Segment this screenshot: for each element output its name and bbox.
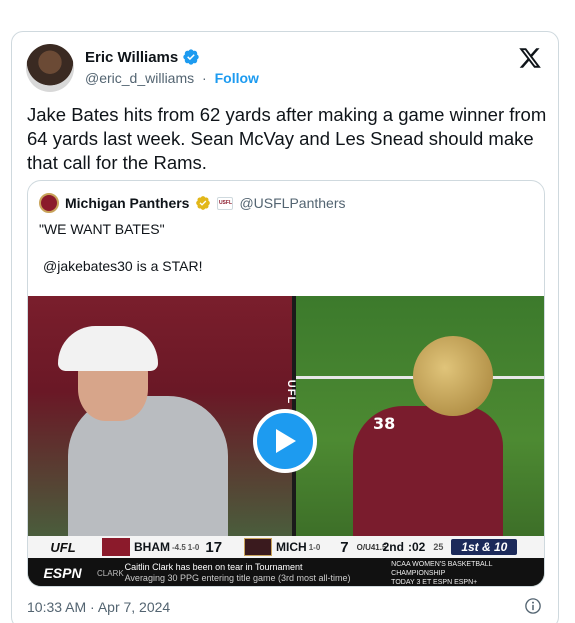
play-clock: 25 <box>433 542 444 552</box>
quoted-author-row: Michigan Panthers USFL @USFLPanthers <box>39 193 346 213</box>
quoted-tweet[interactable]: Michigan Panthers USFL @USFLPanthers "WE… <box>27 180 545 587</box>
ou-label: O/U <box>356 542 371 552</box>
ticker-tag: CLARK <box>97 568 124 578</box>
author-name[interactable]: Eric Williams <box>85 49 178 66</box>
ticker-headline: Caitlin Clark has been on tear in Tourna… <box>124 562 303 572</box>
quarter: 2nd <box>382 540 404 554</box>
author-handle-line: @eric_d_williams · Follow <box>85 70 259 86</box>
team2-name: MICH <box>276 540 307 554</box>
team1-record: 1-0 <box>187 542 200 552</box>
ticker-subline: Averaging 30 PPG entering title game (3r… <box>124 573 351 583</box>
team1-spread: -4.5 <box>172 542 186 552</box>
quoted-author-name[interactable]: Michigan Panthers <box>65 195 189 211</box>
network-logo: ESPN <box>43 565 82 581</box>
play-icon <box>276 429 296 453</box>
author-handle[interactable]: @eric_d_williams <box>85 70 194 86</box>
tweet-embed-card: Eric Williams @eric_d_williams · Follow … <box>11 31 559 623</box>
affiliate-badge: USFL <box>217 196 234 210</box>
kicker-helmet <box>413 336 493 416</box>
gold-verified-icon <box>196 196 211 210</box>
divider-logo-text: UFL <box>285 379 298 405</box>
video-left-pane <box>28 296 292 536</box>
score-bug: UFL BHAM -4.5 1-0 17 MICH 1-0 7 O/U 41.5 <box>28 536 544 558</box>
follow-button[interactable]: Follow <box>215 70 259 86</box>
jersey-number: 38 <box>373 414 396 433</box>
team2-record: 1-0 <box>308 542 321 552</box>
tweet-text: Jake Bates hits from 62 yards after maki… <box>27 104 547 173</box>
team1-logo <box>102 538 130 556</box>
video-player[interactable]: 38 UFL UFL BHAM -4.5 1-0 17 MICH 1-0 7 O… <box>28 296 544 587</box>
down-and-distance: 1st & 10 <box>451 539 518 555</box>
over-under: O/U 41.5 <box>353 536 387 558</box>
info-icon[interactable] <box>524 597 542 615</box>
author-name-row: Eric Williams <box>85 48 200 66</box>
author-avatar[interactable] <box>26 44 74 92</box>
team1-score: 17 <box>205 538 223 556</box>
quoted-author-handle: @USFLPanthers <box>239 195 346 211</box>
coach-cap <box>58 326 158 371</box>
team1-name: BHAM <box>134 540 170 554</box>
play-button[interactable] <box>253 409 317 473</box>
verified-icon <box>183 49 199 65</box>
separator-dot: · <box>202 70 207 86</box>
team2-logo <box>244 538 273 556</box>
bottom-ticker: ESPN CLARK Caitlin Clark has been on tea… <box>28 558 544 587</box>
game-clock: :02 <box>407 540 426 554</box>
team1-block: BHAM -4.5 1-0 17 <box>98 536 226 558</box>
quoted-author-avatar[interactable] <box>39 193 59 213</box>
team2-score: 7 <box>340 538 349 556</box>
x-logo-icon[interactable] <box>518 46 542 70</box>
team2-block: MICH 1-0 7 <box>240 536 353 558</box>
quoted-text-line1: "WE WANT BATES" <box>39 221 165 237</box>
ticker-text: Caitlin Clark has been on tear in Tourna… <box>125 562 362 584</box>
promo-line2: TODAY 3 ET ESPN ESPN+ <box>391 578 478 586</box>
tweet-timestamp[interactable]: 10:33 AM · Apr 7, 2024 <box>27 599 170 615</box>
quoted-text-line2: @jakebates30 is a STAR! <box>43 258 203 274</box>
league-logo: UFL <box>50 539 76 555</box>
game-clock-block: 2nd :02 25 1st & 10 <box>379 536 522 558</box>
promo-line1: NCAA WOMEN'S BASKETBALL CHAMPIONSHIP <box>391 560 493 577</box>
ticker-promo: NCAA WOMEN'S BASKETBALL CHAMPIONSHIP TOD… <box>391 560 544 587</box>
